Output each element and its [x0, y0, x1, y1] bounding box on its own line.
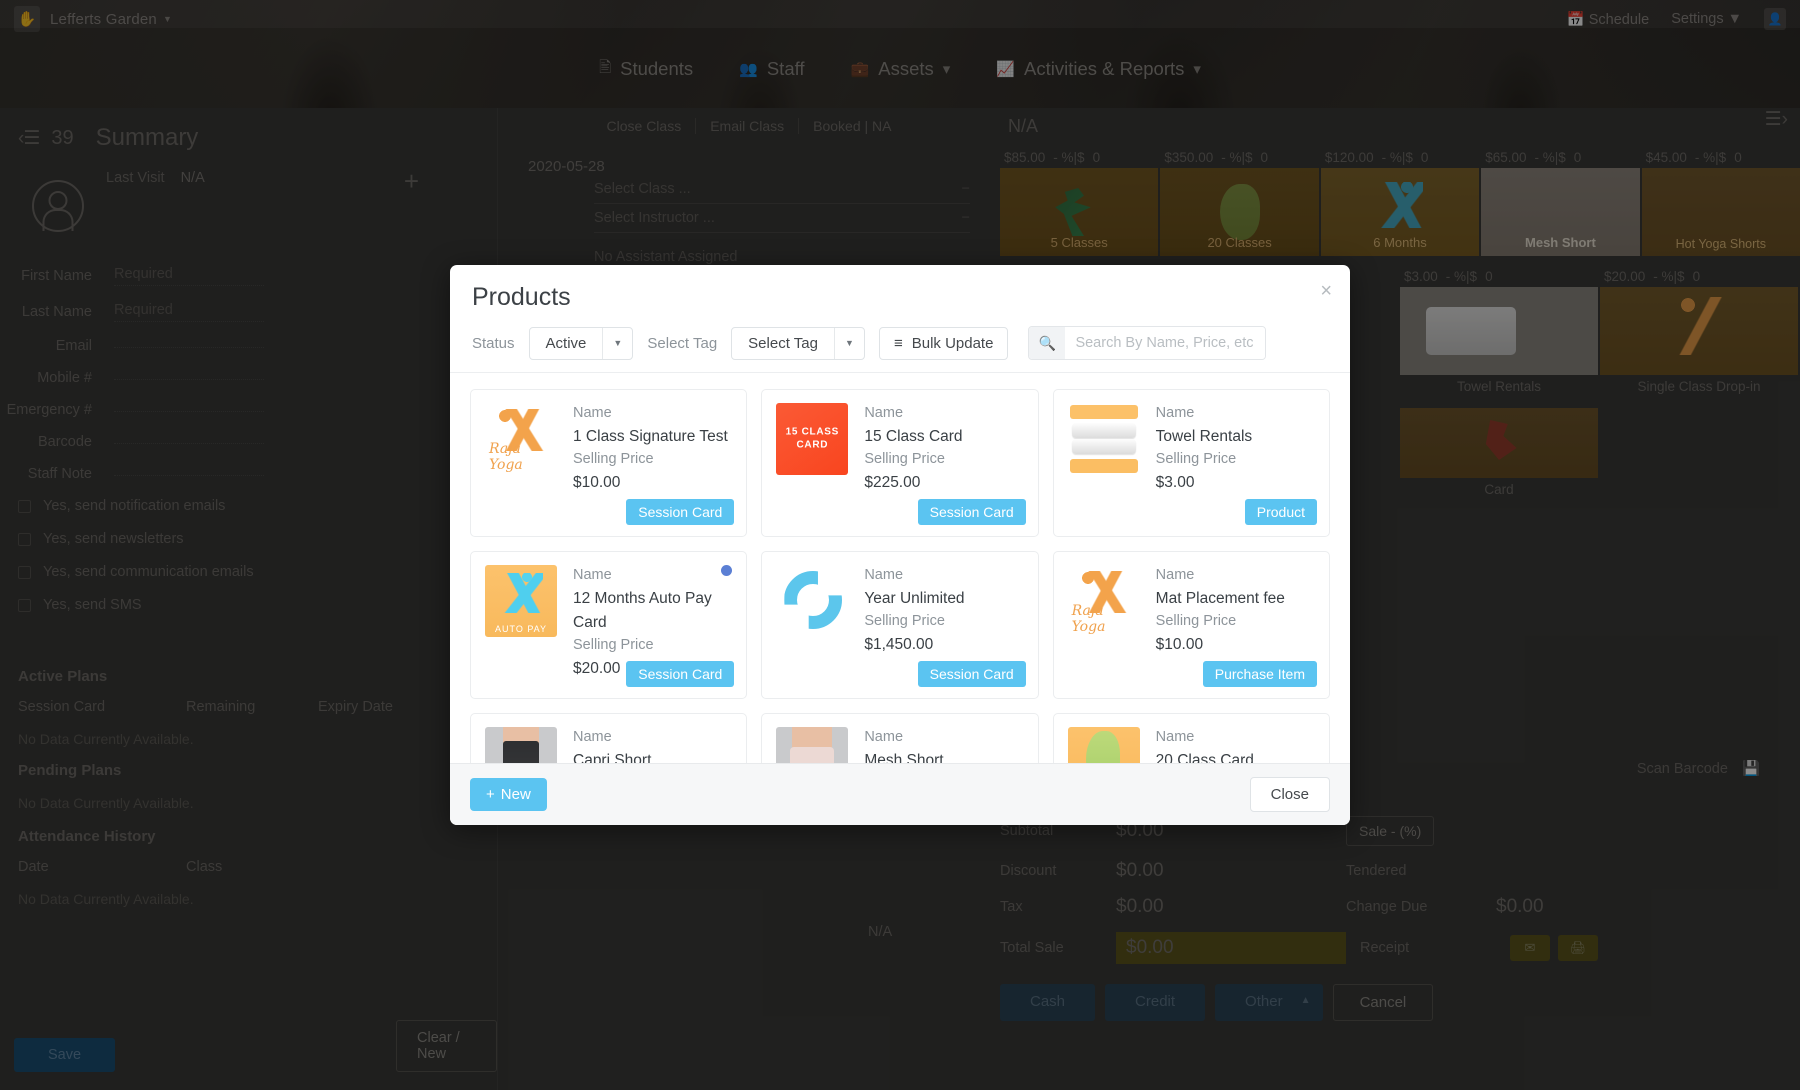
product-info: Name 20 Class Card Selling Price $350.00	[1156, 727, 1254, 763]
product-price: $10.00	[1155, 635, 1204, 653]
close-icon[interactable]: ×	[1320, 281, 1332, 301]
modal-filters: Status Active ▼ Select Tag Select Tag ▼ …	[450, 326, 1350, 373]
product-thumbnail	[776, 565, 849, 637]
product-name: 1 Class Signature Test	[573, 427, 728, 445]
price-label: Selling Price	[1155, 450, 1237, 467]
product-thumbnail: 15 CLASS CARD	[776, 403, 849, 475]
products-grid-wrapper[interactable]: Raja Yoga Name 1 Class Signature Test Se…	[450, 373, 1350, 763]
name-label: Name	[864, 405, 904, 421]
product-price: $1,450.00	[864, 635, 934, 653]
plus-icon: +	[486, 786, 495, 803]
tag-select[interactable]: Select Tag ▼	[731, 326, 865, 360]
product-thumbnail	[776, 727, 849, 763]
product-thumbnail	[1067, 403, 1140, 475]
product-name: 20 Class Card	[1155, 751, 1254, 763]
name-label: Name	[864, 729, 904, 745]
product-card[interactable]: Raja Yoga Name 1 Class Signature Test Se…	[470, 389, 748, 537]
swirl-icon	[784, 571, 843, 629]
status-badge: Session Card	[626, 499, 735, 525]
thumb-card-text: 15 CLASS CARD	[785, 426, 840, 451]
name-label: Name	[573, 567, 612, 583]
product-info: Name Capri Short Selling Price $45.00	[573, 727, 654, 763]
product-thumbnail: AUTO PAY	[485, 565, 557, 637]
status-badge: Session Card	[917, 499, 1026, 525]
product-price: $225.00	[864, 473, 921, 491]
products-grid: Raja Yoga Name 1 Class Signature Test Se…	[470, 389, 1330, 763]
select-tag-label: Select Tag	[647, 334, 718, 352]
thumb-autopay-text: AUTO PAY	[494, 624, 547, 634]
close-button[interactable]: Close	[1249, 777, 1330, 812]
mesh-shorts	[790, 747, 835, 763]
price-label: Selling Price	[1155, 612, 1237, 629]
search-icon: 🔍	[1029, 327, 1066, 359]
product-card[interactable]: Name Year Unlimited Selling Price $1,450…	[761, 551, 1039, 699]
price-label: Selling Price	[573, 450, 654, 467]
price-label: Selling Price	[864, 450, 945, 467]
new-product-button[interactable]: + New	[470, 778, 547, 811]
price-label: Selling Price	[573, 636, 654, 653]
thumb-brand-text: Raja Yoga	[1071, 603, 1106, 635]
name-label: Name	[1155, 729, 1195, 745]
model-torso	[792, 727, 833, 749]
product-name: 15 Class Card	[864, 427, 963, 445]
status-badge: Session Card	[626, 661, 735, 687]
product-card[interactable]: Name Mesh Short Selling Price $65.00	[761, 713, 1039, 763]
modal-header: Products ×	[450, 265, 1350, 326]
product-info: Name Mesh Short Selling Price $65.00	[864, 727, 945, 763]
product-card[interactable]: Name Towel Rentals Selling Price $3.00 P…	[1052, 389, 1330, 537]
modal-title: Products	[472, 283, 571, 311]
towel-stack	[1071, 439, 1136, 454]
status-value: Active	[545, 334, 587, 352]
thumb-brand-text: Raja Yoga	[489, 441, 523, 473]
product-thumbnail: 20 Classes	[1067, 727, 1140, 763]
product-card[interactable]: Name Capri Short Selling Price $45.00	[470, 713, 748, 763]
products-modal: Products × Status Active ▼ Select Tag Se…	[450, 265, 1350, 825]
yoga-figure-icon	[499, 573, 543, 613]
yoga-figure-icon	[1085, 731, 1120, 763]
product-price: $10.00	[573, 473, 621, 491]
product-thumbnail	[485, 727, 557, 763]
product-card[interactable]: 15 CLASS CARD Name 15 Class Card Selling …	[761, 389, 1039, 537]
modal-footer: + New Close	[450, 763, 1350, 825]
product-name: Year Unlimited	[864, 589, 965, 607]
bulk-update-label: Bulk Update	[911, 334, 994, 352]
product-price: $3.00	[1155, 473, 1195, 491]
towel-band-top	[1069, 405, 1138, 419]
search-box[interactable]: 🔍	[1028, 326, 1267, 360]
product-name: Mesh Short	[864, 751, 944, 763]
towel-stack	[1071, 423, 1136, 438]
search-input[interactable]	[1065, 327, 1266, 359]
new-label: New	[500, 786, 531, 803]
product-name: Mat Placement fee	[1155, 589, 1285, 607]
product-name: Capri Short	[573, 751, 652, 763]
status-badge: Purchase Item	[1202, 661, 1317, 687]
towel-band-bottom	[1069, 459, 1138, 473]
product-card[interactable]: Raja Yoga Name Mat Placement fee Selling…	[1052, 551, 1330, 699]
status-select[interactable]: Active ▼	[528, 326, 634, 360]
status-label: Status	[472, 334, 515, 352]
name-label: Name	[573, 405, 612, 421]
capri-pants	[503, 741, 539, 763]
name-label: Name	[1155, 567, 1195, 583]
product-thumbnail: Raja Yoga	[1067, 565, 1140, 637]
name-label: Name	[573, 729, 612, 745]
product-name: 12 Months Auto Pay Card	[573, 589, 712, 631]
chevron-down-icon[interactable]: ▼	[833, 327, 864, 359]
chevron-down-icon[interactable]: ▼	[602, 327, 632, 359]
list-icon: ≡	[893, 334, 903, 352]
product-info: Name Towel Rentals Selling Price $3.00	[1156, 403, 1253, 523]
status-badge: Product	[1244, 499, 1317, 525]
price-label: Selling Price	[864, 612, 945, 629]
name-label: Name	[1155, 405, 1195, 421]
product-name: Towel Rentals	[1155, 427, 1253, 445]
product-card[interactable]: 20 Classes Name 20 Class Card Selling Pr…	[1052, 713, 1330, 763]
status-badge: Session Card	[917, 661, 1026, 687]
product-card[interactable]: AUTO PAY Name 12 Months Auto Pay Card Se…	[470, 551, 748, 699]
product-thumbnail: Raja Yoga	[485, 403, 557, 475]
name-label: Name	[864, 567, 904, 583]
tag-value: Select Tag	[748, 334, 818, 352]
bulk-update-button[interactable]: ≡ Bulk Update	[878, 326, 1009, 360]
